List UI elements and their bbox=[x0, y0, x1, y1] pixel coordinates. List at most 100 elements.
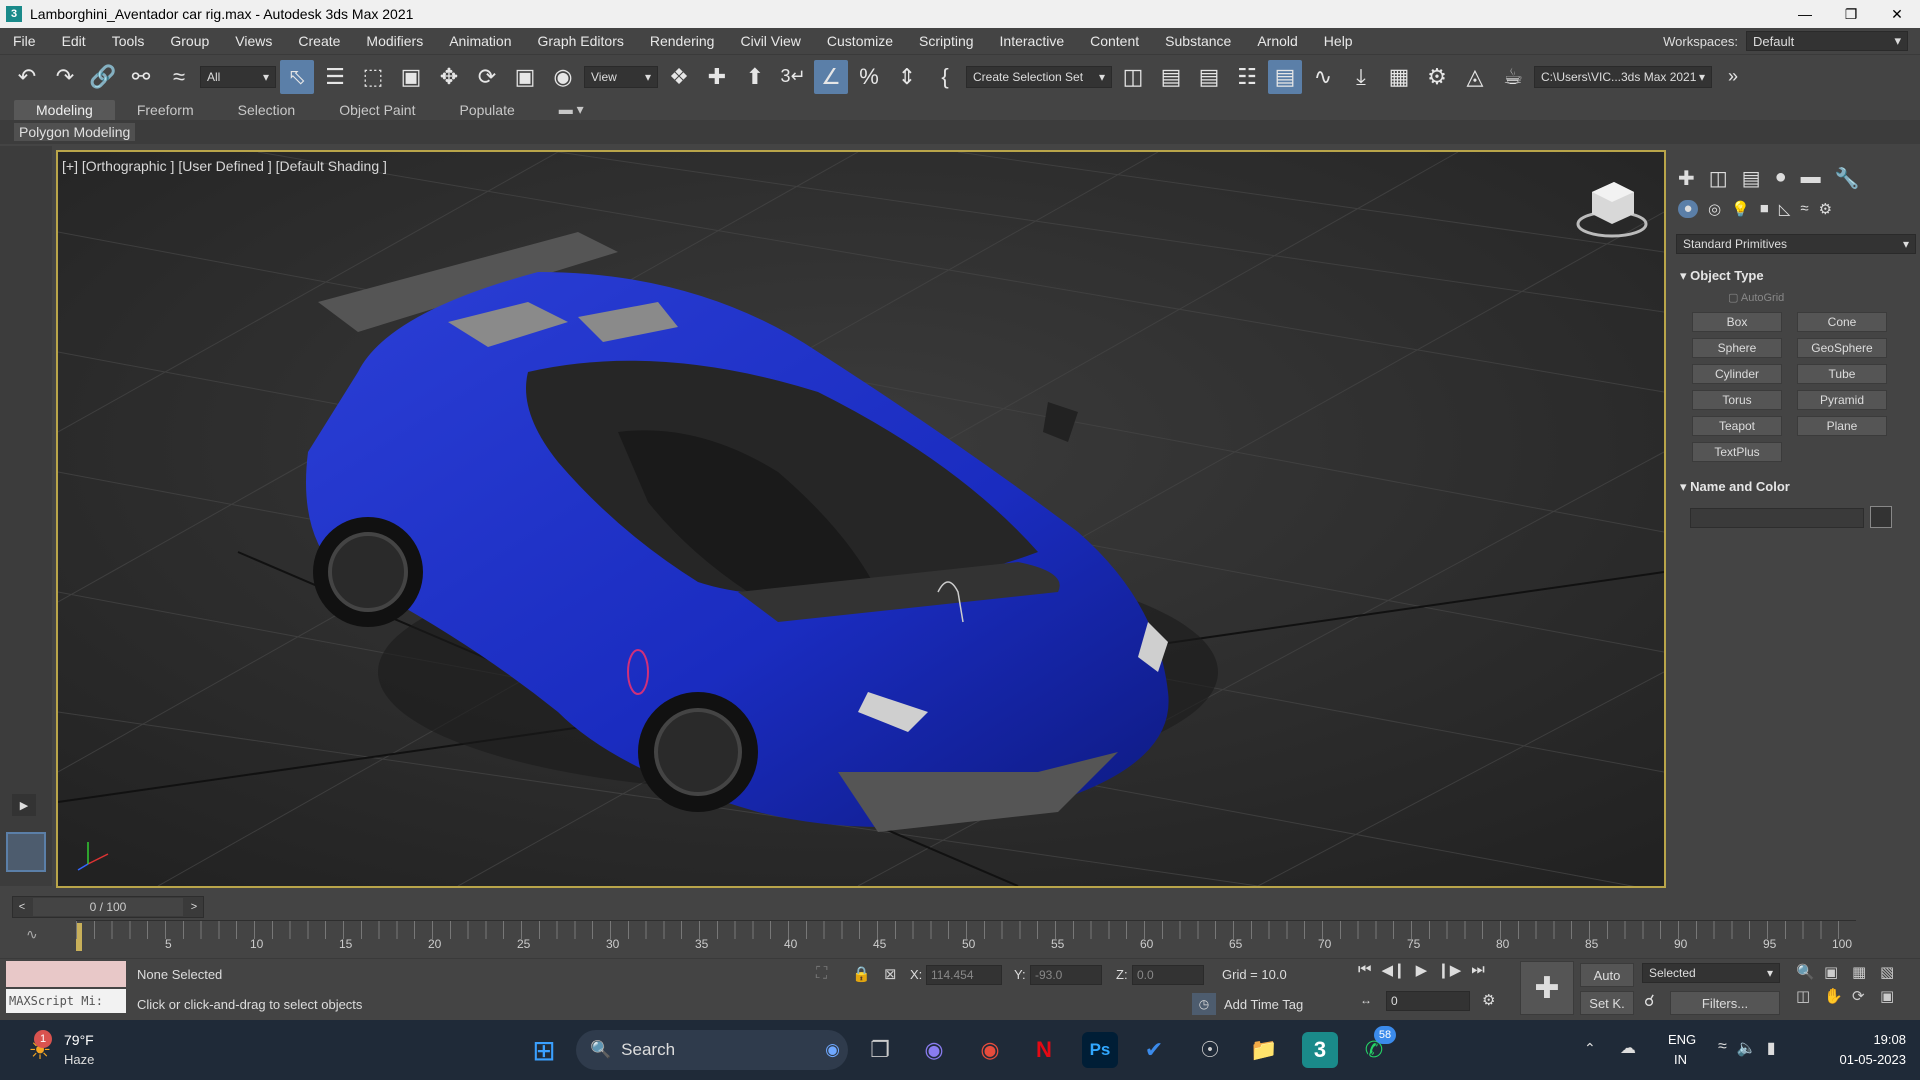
play-arrow-icon[interactable]: ▶ bbox=[12, 794, 36, 816]
3dsmax-taskbar-icon[interactable]: 3 bbox=[1302, 1032, 1338, 1068]
spacewarps-icon[interactable]: ≈ bbox=[1800, 200, 1808, 218]
schematic-view-icon[interactable]: ⤓ bbox=[1344, 60, 1378, 94]
tab-populate[interactable]: Populate bbox=[437, 100, 536, 120]
chevron-right-icon[interactable]: > bbox=[185, 901, 203, 913]
name-and-color-rollout[interactable]: ▾ Name and Color bbox=[1680, 479, 1790, 495]
wifi-icon[interactable]: ≈ bbox=[1718, 1038, 1727, 1058]
track-bar[interactable]: 5 10 15 20 25 30 35 40 45 50 55 60 65 70… bbox=[76, 920, 1856, 954]
chevron-up-icon[interactable]: ⌃ bbox=[1584, 1040, 1596, 1057]
go-to-start-icon[interactable]: ⏮ bbox=[1358, 961, 1372, 979]
named-selection-set-dropdown[interactable]: Create Selection Set ▾ bbox=[966, 65, 1112, 88]
plane-button[interactable]: Plane bbox=[1797, 416, 1887, 436]
perspective-viewport[interactable]: [+] [Orthographic ] [User Defined ] [Def… bbox=[56, 150, 1666, 888]
orbit-icon[interactable]: ⟳ bbox=[1852, 987, 1880, 1005]
clock-time[interactable]: 19:08 bbox=[1830, 1032, 1906, 1047]
geometry-icon[interactable]: ● bbox=[1678, 200, 1698, 218]
menu-animation[interactable]: Animation bbox=[436, 33, 524, 49]
toolbar-overflow-icon[interactable]: » bbox=[1716, 60, 1750, 94]
lock-icon[interactable]: 🔒 bbox=[852, 965, 871, 983]
y-coordinate-field[interactable]: -93.0 bbox=[1030, 965, 1102, 985]
chat-icon[interactable]: ◉ bbox=[916, 1032, 952, 1068]
auto-key-button[interactable]: Auto bbox=[1580, 963, 1634, 987]
display-tab-icon[interactable]: ▬ bbox=[1801, 166, 1821, 191]
isolate-selection-icon[interactable]: ⛶ bbox=[816, 965, 827, 983]
object-color-swatch[interactable] bbox=[1870, 506, 1892, 528]
object-type-rollout[interactable]: ▾ Object Type bbox=[1680, 268, 1764, 284]
unlink-icon[interactable]: ⚯ bbox=[124, 60, 158, 94]
toggle-ribbon-icon[interactable]: ▤ bbox=[1268, 59, 1302, 94]
filters-button[interactable]: Filters... bbox=[1670, 991, 1780, 1015]
set-key-icon[interactable]: ✚ bbox=[1520, 961, 1574, 1015]
maxscript-mini-listener[interactable]: MAXScript Mi: bbox=[6, 989, 126, 1013]
utilities-tab-icon[interactable]: 🔧 bbox=[1835, 166, 1860, 191]
select-object-icon[interactable]: ⬁ bbox=[280, 59, 314, 94]
motion-tab-icon[interactable]: ● bbox=[1775, 166, 1787, 191]
rectangular-selection-icon[interactable]: ⬚ bbox=[356, 60, 390, 94]
lights-icon[interactable]: 💡 bbox=[1731, 200, 1750, 218]
cameras-icon[interactable]: ■ bbox=[1760, 200, 1769, 218]
rendered-frame-window-icon[interactable]: ◬ bbox=[1458, 60, 1492, 94]
bind-spacewarp-icon[interactable]: ≈ bbox=[162, 60, 196, 94]
selection-filter-dropdown[interactable]: All ▾ bbox=[200, 65, 276, 88]
menu-graph-editors[interactable]: Graph Editors bbox=[524, 33, 636, 49]
volume-icon[interactable]: 🔈 bbox=[1737, 1038, 1757, 1058]
helpers-icon[interactable]: ◺ bbox=[1779, 200, 1791, 218]
material-editor-icon[interactable]: ▦ bbox=[1382, 60, 1416, 94]
autogrid-checkbox[interactable]: ▢ AutoGrid bbox=[1728, 291, 1784, 304]
menu-views[interactable]: Views bbox=[222, 33, 285, 49]
select-by-name-icon[interactable]: ☰ bbox=[318, 60, 352, 94]
key-filters-icon[interactable]: ☌ bbox=[1644, 991, 1655, 1011]
menu-interactive[interactable]: Interactive bbox=[987, 33, 1078, 49]
scale-icon[interactable]: ▣ bbox=[508, 60, 542, 94]
minimize-icon[interactable]: — bbox=[1782, 0, 1828, 28]
menu-edit[interactable]: Edit bbox=[49, 33, 99, 49]
mirror-icon[interactable]: ◫ bbox=[1116, 60, 1150, 94]
angle-snap-icon[interactable]: ∠ bbox=[814, 59, 848, 94]
netflix-icon[interactable]: N bbox=[1026, 1032, 1062, 1068]
time-slider[interactable]: < 0 / 100 > bbox=[12, 896, 204, 918]
menu-scripting[interactable]: Scripting bbox=[906, 33, 986, 49]
redo-icon[interactable]: ↷ bbox=[48, 60, 82, 94]
render-production-icon[interactable]: ☕ bbox=[1496, 60, 1530, 94]
menu-help[interactable]: Help bbox=[1311, 33, 1366, 49]
previous-frame-icon[interactable]: ◀❙ bbox=[1382, 961, 1406, 979]
time-configuration-icon[interactable]: ⚙ bbox=[1482, 991, 1495, 1009]
chevron-left-icon[interactable]: < bbox=[13, 901, 31, 913]
move-icon[interactable]: ✥ bbox=[432, 60, 466, 94]
polygon-modeling-panel[interactable]: Polygon Modeling bbox=[14, 123, 136, 141]
geosphere-button[interactable]: GeoSphere bbox=[1797, 338, 1887, 358]
photoshop-icon[interactable]: Ps bbox=[1082, 1032, 1118, 1068]
play-icon[interactable]: ▶ bbox=[1416, 961, 1428, 979]
hierarchy-tab-icon[interactable]: ▤ bbox=[1742, 166, 1761, 191]
tube-button[interactable]: Tube bbox=[1797, 364, 1887, 384]
go-to-end-icon[interactable]: ⏭ bbox=[1471, 961, 1485, 979]
systems-icon[interactable]: ⚙ bbox=[1819, 200, 1832, 218]
curve-editor-icon[interactable]: ∿ bbox=[1306, 60, 1340, 94]
current-frame-field[interactable]: 0 bbox=[1386, 991, 1470, 1011]
menu-rendering[interactable]: Rendering bbox=[637, 33, 728, 49]
menu-create[interactable]: Create bbox=[285, 33, 353, 49]
next-frame-icon[interactable]: ❙▶ bbox=[1437, 961, 1461, 979]
maxscript-listener-output[interactable] bbox=[6, 961, 126, 987]
taskbar-search[interactable]: 🔍 Search ◉ bbox=[576, 1030, 848, 1070]
file-explorer-icon[interactable]: 📁 bbox=[1246, 1032, 1282, 1068]
menu-file[interactable]: File bbox=[0, 33, 49, 49]
place-icon[interactable]: ◉ bbox=[546, 60, 580, 94]
pyramid-button[interactable]: Pyramid bbox=[1797, 390, 1887, 410]
onedrive-cloud-icon[interactable]: ☁ bbox=[1620, 1038, 1636, 1058]
zoom-all-icon[interactable]: ▣ bbox=[1824, 963, 1852, 981]
cylinder-button[interactable]: Cylinder bbox=[1692, 364, 1782, 384]
tab-freeform[interactable]: Freeform bbox=[115, 100, 216, 120]
align-icon[interactable]: ▤ bbox=[1154, 60, 1188, 94]
menu-civil-view[interactable]: Civil View bbox=[727, 33, 813, 49]
textplus-button[interactable]: TextPlus bbox=[1692, 442, 1782, 462]
field-of-view-icon[interactable]: ◫ bbox=[1796, 987, 1824, 1005]
object-name-input[interactable] bbox=[1690, 508, 1864, 528]
pivot-point-icon[interactable]: ❖ bbox=[662, 60, 696, 94]
viewport-label[interactable]: [+] [Orthographic ] [User Defined ] [Def… bbox=[62, 158, 387, 174]
layer-explorer-icon[interactable]: ☷ bbox=[1230, 60, 1264, 94]
spinner-snap-icon[interactable]: ⇕ bbox=[890, 60, 924, 94]
select-manipulate-icon[interactable]: ✚ bbox=[700, 60, 734, 94]
maximize-icon[interactable]: ❐ bbox=[1828, 0, 1874, 28]
language-indicator[interactable]: ENG bbox=[1668, 1032, 1696, 1047]
